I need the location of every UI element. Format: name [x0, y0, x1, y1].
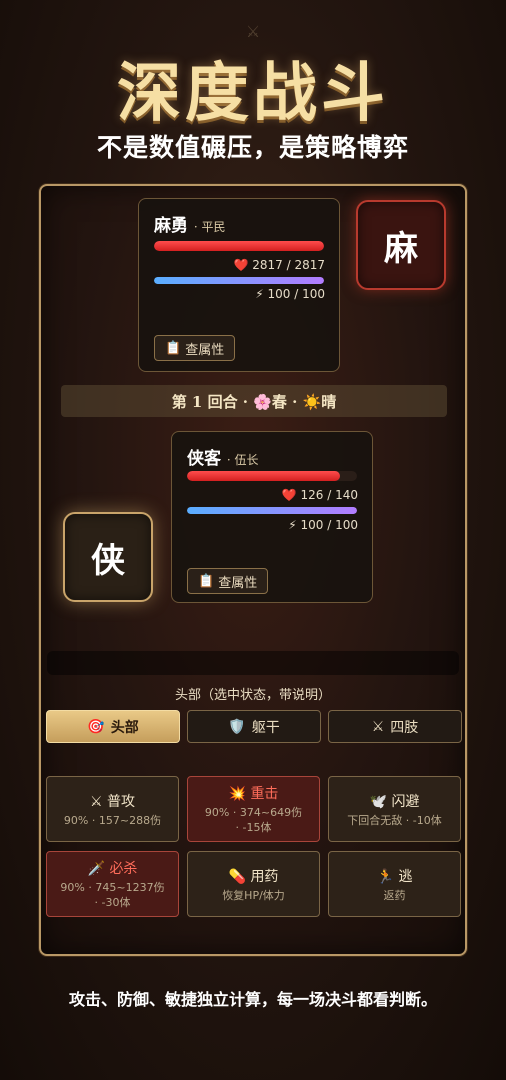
enemy-hp-stat: ❤️ 2817 / 2817 [233, 258, 325, 272]
crossed-swords-icon: ⚔ [371, 718, 385, 735]
lightning-icon: ⚡ [288, 518, 297, 532]
explosion-icon: 💥 [228, 786, 246, 802]
enemy-attributes-label: 查属性 [185, 342, 225, 358]
round-text: 第 1 回合 · 🌸春 · ☀️晴 [171, 392, 337, 411]
enemy-avatar-char: 麻 [384, 228, 418, 269]
crossed-swords-icon: ⚔ [245, 22, 261, 41]
action-desc: 返药 [383, 888, 406, 902]
action-title: 🗡️ 必杀 [88, 858, 138, 878]
target-head-label: 头部 [110, 719, 139, 736]
player-mp-stat: ⚡ 100 / 100 [288, 518, 358, 532]
action-title: 💥 重击 [229, 783, 279, 803]
player-mp-fill [187, 507, 357, 514]
enemy-avatar[interactable]: 麻 [356, 200, 446, 290]
shield-icon: 🛡️ [228, 718, 246, 735]
target-limbs-button[interactable]: ⚔ 四肢 [328, 710, 462, 743]
action-flee[interactable]: 🏃 逃 返药 [328, 851, 461, 917]
enemy-attributes-button[interactable]: 📋 查属性 [154, 335, 236, 361]
target-torso-label: 躯干 [251, 719, 280, 736]
enemy-hp-text: 2817 / 2817 [252, 258, 325, 272]
heart-icon: ❤️ [233, 258, 249, 272]
action-heavy-strike[interactable]: 💥 重击 90% · 374~649伤 · -15体 [187, 776, 320, 842]
battle-frame: 麻勇 · 平民 ❤️ 2817 / 2817 ⚡ 100 / 100 📋 查属性… [39, 184, 467, 956]
hero-subtitle: 不是数值碾压，是策略博弈 [96, 133, 409, 162]
player-name: 侠客 [187, 449, 221, 469]
action-title: 🕊️ 闪避 [370, 791, 420, 811]
target-limbs-label: 四肢 [390, 719, 419, 736]
target-section-label: 头部（选中状态，带说明） [174, 688, 331, 703]
action-title: 🏃 逃 [377, 866, 413, 886]
action-desc: 下回合无敌 · -10体 [347, 813, 442, 827]
action-desc-cost: · -15体 [235, 821, 272, 834]
player-hp-bar [187, 471, 357, 481]
battle-log-strip [47, 651, 459, 675]
enemy-name-line: 麻勇 · 平民 [154, 211, 226, 236]
action-desc: 90% · 157~288伤 [63, 813, 162, 827]
target-torso-button[interactable]: 🛡️ 躯干 [187, 710, 321, 743]
lightning-icon: ⚡ [255, 287, 264, 301]
enemy-rank: · 平民 [193, 220, 226, 234]
player-hp-text: 126 / 140 [300, 488, 358, 502]
player-hp-fill [187, 471, 340, 481]
target-bullseye-icon: 🎯 [87, 718, 105, 735]
action-dodge[interactable]: 🕊️ 闪避 下回合无敌 · -10体 [328, 776, 461, 842]
enemy-hp-fill [154, 241, 324, 251]
enemy-mp-fill [154, 277, 324, 284]
player-mp-text: 100 / 100 [300, 518, 358, 532]
player-attributes-button[interactable]: 📋 查属性 [187, 568, 269, 594]
dove-icon: 🕊️ [369, 793, 387, 810]
player-avatar-char: 侠 [91, 540, 125, 581]
crossed-swords-icon: ⚔ [89, 793, 103, 810]
player-hp-stat: ❤️ 126 / 140 [282, 488, 358, 502]
action-dodge-label: 闪避 [391, 793, 420, 810]
action-finisher-label: 必杀 [109, 861, 138, 877]
enemy-name: 麻勇 [154, 216, 188, 236]
clipboard-icon: 📋 [198, 573, 215, 589]
action-heavy-strike-label: 重击 [250, 786, 279, 802]
enemy-hp-bar [154, 241, 324, 251]
heart-icon: ❤️ [281, 488, 297, 502]
action-title: 💊 用药 [229, 866, 279, 886]
action-desc-cost: · -30体 [94, 896, 131, 909]
action-finisher[interactable]: 🗡️ 必杀 90% · 745~1237伤 · -30体 [46, 851, 179, 917]
target-head-button[interactable]: 🎯 头部 [46, 710, 180, 743]
player-avatar[interactable]: 侠 [63, 512, 153, 602]
pill-icon: 💊 [228, 868, 246, 885]
round-info: 第 1 回合 · 🌸春 · ☀️晴 [61, 385, 447, 417]
player-rank: · 伍长 [226, 453, 259, 467]
action-use-medicine[interactable]: 💊 用药 恢复HP/体力 [187, 851, 320, 917]
hero-title: 深度战斗 [117, 56, 389, 131]
action-desc: 90% · 374~649伤 [204, 806, 303, 819]
enemy-mp-bar [154, 277, 324, 284]
action-normal-attack[interactable]: ⚔ 普攻 90% · 157~288伤 [46, 776, 179, 842]
footer-caption: 攻击、防御、敏捷独立计算，每一场决斗都看判断。 [68, 990, 437, 1009]
running-icon: 🏃 [376, 868, 394, 885]
action-flee-label: 逃 [398, 868, 413, 885]
action-title: ⚔ 普攻 [90, 791, 135, 811]
player-mp-bar [187, 507, 357, 514]
enemy-mp-text: 100 / 100 [267, 287, 325, 301]
player-card: 侠客 · 伍长 ❤️ 126 / 140 ⚡ 100 / 100 📋 查属性 [171, 431, 373, 603]
player-name-line: 侠客 · 伍长 [187, 444, 259, 469]
dagger-icon: 🗡️ [87, 861, 105, 877]
enemy-mp-stat: ⚡ 100 / 100 [255, 287, 325, 301]
clipboard-icon: 📋 [165, 340, 182, 356]
action-normal-attack-label: 普攻 [107, 793, 135, 810]
enemy-card: 麻勇 · 平民 ❤️ 2817 / 2817 ⚡ 100 / 100 📋 查属性 [138, 198, 340, 372]
action-use-medicine-label: 用药 [250, 868, 279, 885]
action-desc: 恢复HP/体力 [222, 888, 285, 902]
action-desc: 90% · 745~1237伤 [60, 881, 165, 894]
player-attributes-label: 查属性 [218, 575, 258, 591]
